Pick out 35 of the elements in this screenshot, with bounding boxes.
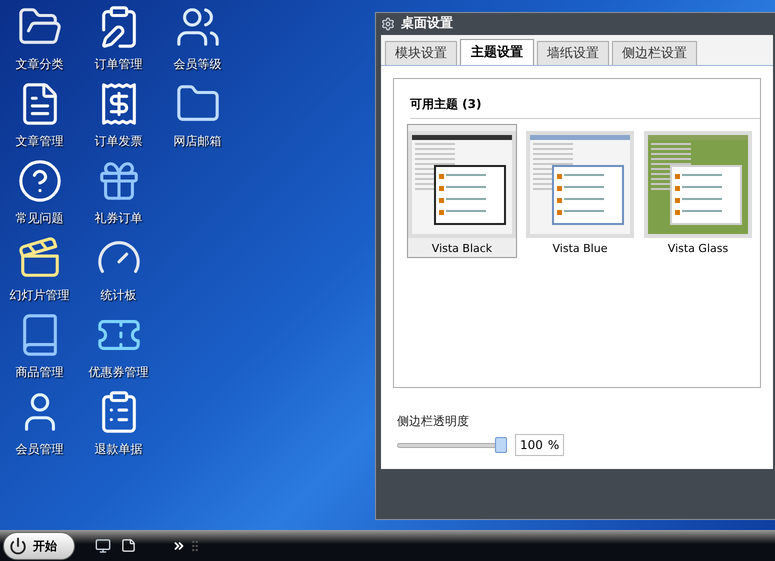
tab[interactable]: 侧边栏设置 bbox=[612, 41, 697, 65]
desktop-icon-label[interactable]: 文章管理 bbox=[16, 133, 64, 149]
tab[interactable]: 墙纸设置 bbox=[537, 41, 609, 65]
tab[interactable]: 模块设置 bbox=[385, 41, 457, 65]
theme-option[interactable]: Vista Blue bbox=[525, 124, 635, 258]
settings-icon bbox=[381, 17, 395, 31]
theme-option[interactable]: Vista Black bbox=[407, 124, 517, 258]
desktop-icon-label[interactable]: 常见问题 bbox=[16, 210, 64, 226]
theme-name: Vista Black bbox=[432, 240, 492, 256]
desktop-icon-label[interactable]: 商品管理 bbox=[16, 364, 64, 380]
power-icon bbox=[9, 536, 27, 554]
desktop-icon-label[interactable]: 优惠券管理 bbox=[88, 364, 148, 380]
desktop-icon-label[interactable]: 文章分类 bbox=[16, 56, 64, 72]
desktop-icon-label[interactable]: 统计板 bbox=[100, 287, 136, 303]
desktop-icon-label[interactable]: 会员管理 bbox=[16, 441, 64, 457]
note-icon[interactable] bbox=[121, 538, 136, 553]
desktop-icon-label[interactable]: 退款单据 bbox=[94, 441, 142, 457]
slider-thumb[interactable] bbox=[495, 437, 507, 453]
theme-name: Vista Blue bbox=[552, 240, 608, 256]
desktop-icon-label[interactable]: 订单管理 bbox=[94, 56, 142, 72]
window-title: 桌面设置 bbox=[401, 15, 453, 34]
start-button[interactable]: 开始 bbox=[3, 532, 75, 560]
desktop-icon-label[interactable]: 礼券订单 bbox=[94, 210, 142, 226]
help-icon[interactable] bbox=[16, 158, 62, 204]
section-heading: 可用主题 (3) bbox=[410, 96, 482, 113]
desktop-icon-label[interactable]: 网店邮箱 bbox=[174, 133, 222, 149]
monitor-icon[interactable] bbox=[95, 538, 111, 554]
tab[interactable]: 主题设置 bbox=[460, 39, 534, 65]
theme-option[interactable]: Vista Glass bbox=[643, 124, 753, 258]
desktop-icon-label[interactable]: 会员等级 bbox=[174, 56, 222, 72]
opacity-input-field[interactable]: 100 % bbox=[515, 434, 564, 456]
slider-label: 侧边栏透明度 bbox=[397, 413, 470, 430]
desktop-icon-label[interactable]: 订单发票 bbox=[94, 133, 142, 149]
desktop-icon-label[interactable]: 幻灯片管理 bbox=[10, 287, 70, 303]
theme-name: Vista Glass bbox=[668, 240, 728, 256]
